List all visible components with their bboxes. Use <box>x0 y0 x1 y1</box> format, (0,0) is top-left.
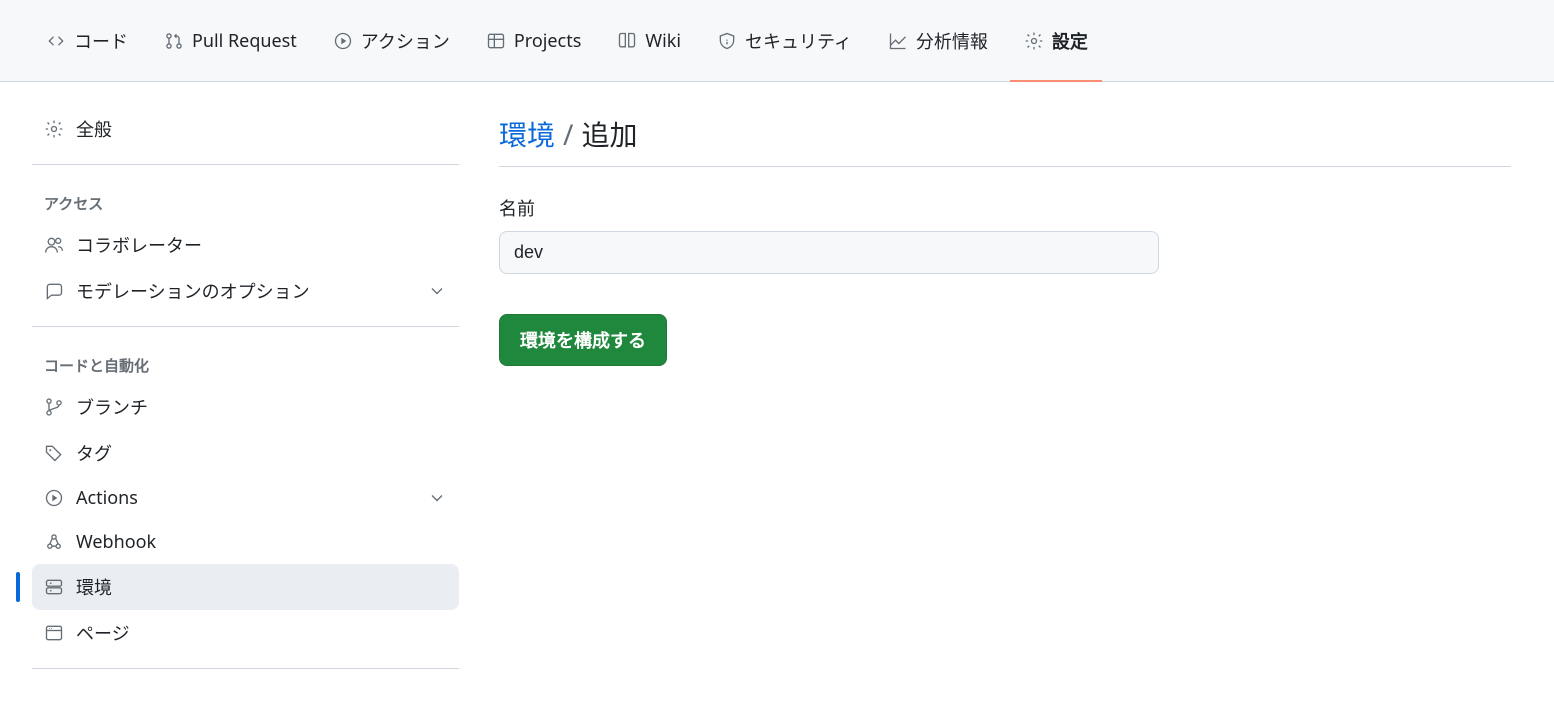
sidebar-item-label: コラボレーター <box>76 232 202 258</box>
book-icon <box>617 31 637 51</box>
sidebar-item-label: 環境 <box>76 574 112 600</box>
tab-label: アクション <box>361 28 450 54</box>
tab-label: セキュリティ <box>745 28 852 54</box>
sidebar-item-webhooks[interactable]: Webhook <box>32 520 459 564</box>
breadcrumb-current: 追加 <box>581 114 637 154</box>
server-icon <box>44 577 64 597</box>
play-circle-icon <box>333 31 353 51</box>
sidebar-item-environments[interactable]: 環境 <box>32 564 459 610</box>
tab-label: コード <box>74 28 128 54</box>
code-icon <box>46 31 66 51</box>
settings-sidebar: 全般 アクセス コラボレーター モデレーションのオプション コードと自動化 ブラ… <box>0 82 475 705</box>
gear-icon <box>1024 31 1044 51</box>
table-icon <box>486 31 506 51</box>
sidebar-item-collaborators[interactable]: コラボレーター <box>32 222 459 268</box>
browser-icon <box>44 623 64 643</box>
git-branch-icon <box>44 397 64 417</box>
environment-name-input[interactable] <box>499 231 1159 274</box>
sidebar-item-moderation[interactable]: モデレーションのオプション <box>32 268 459 314</box>
webhook-icon <box>44 532 64 552</box>
sidebar-item-actions[interactable]: Actions <box>32 476 459 520</box>
tab-settings[interactable]: 設定 <box>1010 0 1102 82</box>
tab-label: Pull Request <box>192 29 297 53</box>
sidebar-item-label: ページ <box>76 620 130 646</box>
divider <box>32 326 459 327</box>
git-pull-request-icon <box>164 31 184 51</box>
name-field-label: 名前 <box>499 195 1511 221</box>
chevron-down-icon <box>427 281 447 301</box>
people-icon <box>44 235 64 255</box>
breadcrumb-separator: / <box>563 116 573 154</box>
sidebar-item-label: Webhook <box>76 530 156 554</box>
sidebar-item-tags[interactable]: タグ <box>32 430 459 476</box>
breadcrumb-root-link[interactable]: 環境 <box>499 114 555 154</box>
sidebar-item-pages[interactable]: ページ <box>32 610 459 656</box>
play-circle-icon <box>44 488 64 508</box>
tab-code[interactable]: コード <box>32 0 142 82</box>
breadcrumb: 環境 / 追加 <box>499 114 1511 167</box>
sidebar-item-label: タグ <box>76 440 112 466</box>
tab-label: 分析情報 <box>916 28 988 54</box>
main-content: 環境 / 追加 名前 環境を構成する <box>475 82 1535 705</box>
gear-icon <box>44 119 64 139</box>
configure-environment-button[interactable]: 環境を構成する <box>499 314 667 366</box>
tag-icon <box>44 443 64 463</box>
sidebar-item-general[interactable]: 全般 <box>32 106 459 152</box>
tab-security[interactable]: セキュリティ <box>703 0 866 82</box>
tab-projects[interactable]: Projects <box>472 0 595 82</box>
tab-wiki[interactable]: Wiki <box>603 0 695 82</box>
divider <box>32 164 459 165</box>
tab-label: Wiki <box>645 29 681 53</box>
comment-icon <box>44 281 64 301</box>
repo-tabs: コード Pull Request アクション Projects Wiki セキュ… <box>0 0 1554 82</box>
tab-label: Projects <box>514 29 581 53</box>
sidebar-item-label: モデレーションのオプション <box>76 278 310 304</box>
graph-icon <box>888 31 908 51</box>
sidebar-item-label: Actions <box>76 486 138 510</box>
divider <box>32 668 459 669</box>
tab-insights[interactable]: 分析情報 <box>874 0 1002 82</box>
sidebar-item-branches[interactable]: ブランチ <box>32 384 459 430</box>
sidebar-section-access: アクセス <box>32 177 459 222</box>
sidebar-section-code: コードと自動化 <box>32 339 459 384</box>
shield-icon <box>717 31 737 51</box>
chevron-down-icon <box>427 488 447 508</box>
sidebar-item-label: 全般 <box>76 116 112 142</box>
tab-actions[interactable]: アクション <box>319 0 464 82</box>
sidebar-item-label: ブランチ <box>76 394 148 420</box>
tab-pull-requests[interactable]: Pull Request <box>150 0 311 82</box>
tab-label: 設定 <box>1052 28 1088 54</box>
